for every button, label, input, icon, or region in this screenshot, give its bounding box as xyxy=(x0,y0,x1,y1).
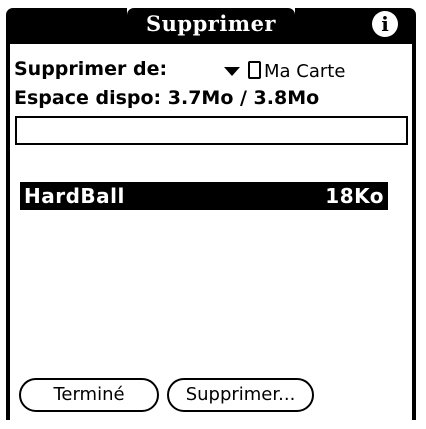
delete-button[interactable]: Supprimer... xyxy=(167,378,314,412)
delete-from-label: Supprimer de: xyxy=(14,58,168,80)
free-space-label: Espace dispo: 3.7Mo / 3.8Mo xyxy=(14,87,320,109)
app-list-item[interactable]: HardBall 18Ko xyxy=(20,182,388,210)
title-underline xyxy=(6,40,416,44)
storage-location-dropdown[interactable]: Ma Carte xyxy=(224,58,345,84)
card-icon xyxy=(248,61,261,79)
frame-left-border xyxy=(6,40,10,420)
delete-dialog: Supprimer i Supprimer de: Ma Carte Espac… xyxy=(0,0,426,429)
app-size: 18Ko xyxy=(325,184,384,208)
app-name: HardBall xyxy=(24,184,125,208)
window-title: Supprimer xyxy=(146,11,276,36)
info-icon[interactable]: i xyxy=(372,11,398,37)
storage-location-value: Ma Carte xyxy=(264,60,346,82)
title-bar-left xyxy=(6,8,127,40)
dropdown-arrow-icon xyxy=(224,66,240,76)
frame-right-border xyxy=(412,40,416,420)
storage-usage-bar xyxy=(15,116,408,145)
done-button[interactable]: Terminé xyxy=(19,378,159,412)
app-list: HardBall 18Ko xyxy=(20,182,388,210)
